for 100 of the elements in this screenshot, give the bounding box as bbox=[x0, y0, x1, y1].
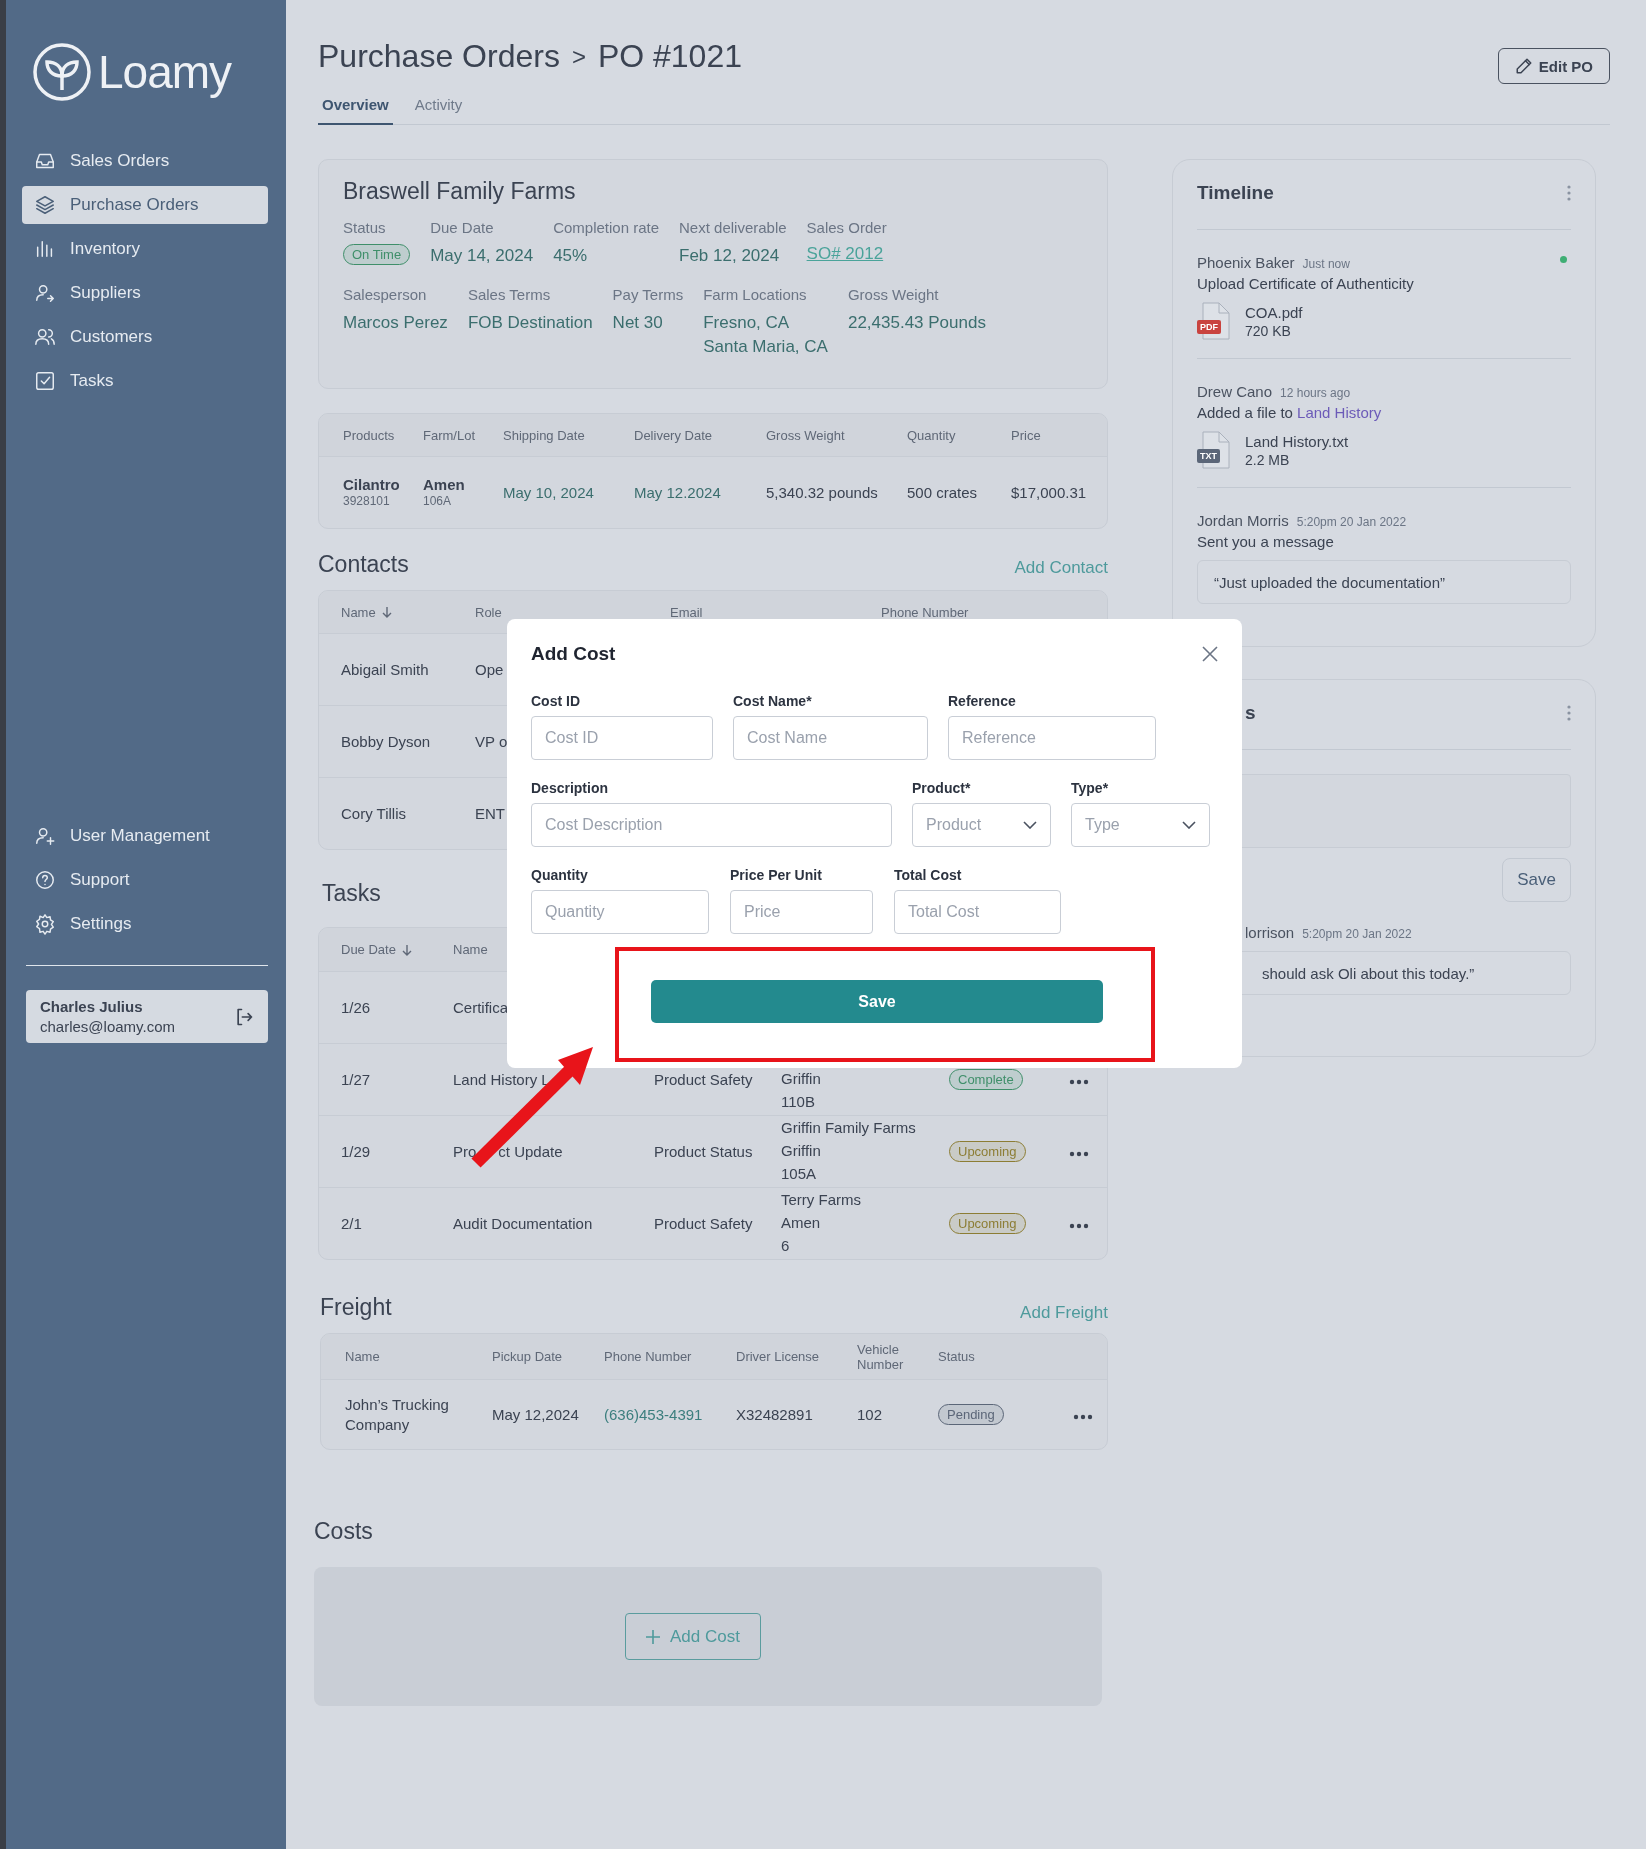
phone-link[interactable]: (636)453-4391 bbox=[604, 1403, 736, 1426]
table-cell-text: May 12,2024 bbox=[492, 1405, 580, 1425]
status-badge: Pending bbox=[938, 1404, 1004, 1425]
nav-item[interactable]: Purchase Orders bbox=[22, 186, 268, 224]
nav-item[interactable]: Customers bbox=[22, 318, 268, 356]
field-label: Description bbox=[531, 780, 609, 796]
section-title: Freight bbox=[320, 1294, 392, 1321]
user-email: charles@loamy.com bbox=[40, 1018, 175, 1035]
field-label: Gross Weight bbox=[847, 286, 940, 303]
field-label: Next deliverable bbox=[679, 219, 787, 236]
table-cell-text: ct Update bbox=[498, 1142, 563, 1162]
more-icon[interactable] bbox=[1069, 1222, 1089, 1229]
column-header: Vehicle Number bbox=[857, 1341, 905, 1372]
layers-icon bbox=[34, 194, 56, 216]
table-cell-text: 102 bbox=[857, 1405, 884, 1425]
edit-button[interactable]: Edit PO bbox=[1497, 48, 1610, 84]
table-cell-text: Abigail Smith bbox=[341, 660, 429, 680]
save-button[interactable]: Save bbox=[651, 980, 1103, 1023]
tab[interactable]: Overview bbox=[318, 88, 393, 125]
input-field[interactable]: Quantity bbox=[531, 890, 709, 934]
table-cell-text: John’s Trucking Company bbox=[345, 1394, 450, 1435]
input-field[interactable]: Reference bbox=[948, 716, 1156, 760]
more-icon[interactable] bbox=[1069, 1078, 1089, 1085]
arrow-down-icon[interactable] bbox=[381, 606, 392, 618]
input-field[interactable]: Cost Name bbox=[733, 716, 928, 760]
input-field[interactable]: Cost ID bbox=[531, 716, 713, 760]
nav-item[interactable]: Suppliers bbox=[22, 274, 268, 312]
checkbox-icon bbox=[34, 370, 56, 392]
file-name[interactable]: COA.pdf bbox=[1245, 303, 1303, 321]
nav-item[interactable]: Support bbox=[22, 861, 268, 899]
more-icon[interactable] bbox=[1073, 1413, 1093, 1420]
logo-text: Loamy bbox=[98, 45, 232, 99]
field-label: Type* bbox=[1071, 780, 1110, 796]
table-cell-text: Terry Farms Amen 6 bbox=[781, 1190, 862, 1256]
nav-item[interactable]: Inventory bbox=[22, 230, 268, 268]
field-label: Due Date bbox=[430, 219, 495, 236]
column-header: Delivery Date bbox=[634, 427, 714, 443]
file-size: 720 KB bbox=[1245, 322, 1292, 339]
field-label: Status bbox=[343, 219, 387, 236]
column-header: Shipping Date bbox=[503, 427, 586, 443]
input-field[interactable]: Price bbox=[730, 890, 873, 934]
section-title: Tasks bbox=[322, 880, 381, 907]
column-header: Price bbox=[1011, 427, 1042, 443]
table-cell-text: Bobby Dyson bbox=[341, 732, 431, 752]
breadcrumb-link[interactable]: Purchase Orders bbox=[318, 38, 560, 75]
dialog-title: Add Cost bbox=[531, 643, 616, 665]
table-cell-text: Griffin 110B bbox=[781, 1069, 822, 1112]
save-button[interactable]: Save bbox=[1502, 858, 1571, 902]
select-field[interactable]: Type bbox=[1071, 803, 1210, 847]
status-badge: Upcoming bbox=[949, 1141, 1026, 1162]
file-name[interactable]: Land History.txt bbox=[1245, 432, 1349, 450]
chevron-down-icon bbox=[1023, 821, 1037, 829]
section-title: Costs bbox=[314, 1518, 373, 1545]
table-cell-text: 500 crates bbox=[907, 483, 979, 503]
table-cell-text: Cory Tillis bbox=[341, 804, 406, 824]
table-cell-text: 1/27 bbox=[341, 1070, 372, 1090]
arrow-down-icon[interactable] bbox=[401, 943, 412, 956]
close-icon[interactable] bbox=[1202, 646, 1218, 662]
author-name: lorrison bbox=[1245, 924, 1295, 941]
field-label: Sales Terms bbox=[467, 286, 552, 303]
pencil-icon bbox=[1514, 57, 1533, 75]
file-size: 2.2 MB bbox=[1245, 451, 1291, 468]
tab[interactable]: Activity bbox=[410, 88, 467, 125]
table-cell-text: 1/26 bbox=[341, 998, 372, 1018]
timestamp: 5:20pm 20 Jan 2022 bbox=[1302, 927, 1412, 941]
column-header: Products bbox=[343, 427, 396, 443]
column-header: Name bbox=[453, 942, 489, 957]
field-label: Price Per Unit bbox=[730, 867, 823, 883]
card-title: Timeline bbox=[1197, 182, 1274, 204]
column-header: Farm/Lot bbox=[423, 427, 476, 443]
input-field[interactable]: Total Cost bbox=[894, 890, 1061, 934]
nav-item[interactable]: User Management bbox=[22, 817, 268, 855]
nav-item[interactable]: Tasks bbox=[22, 362, 268, 400]
table-cell-text: Product Safety bbox=[654, 1214, 754, 1234]
field-value: May 14, 2024 bbox=[430, 245, 534, 267]
column-header: Name bbox=[341, 604, 475, 620]
nav-item[interactable]: Sales Orders bbox=[22, 142, 268, 180]
settings-icon bbox=[34, 913, 56, 935]
field-value: 22,435.43 Pounds bbox=[847, 312, 986, 334]
activity-message: Sent you a message bbox=[1197, 533, 1335, 550]
select-field[interactable]: Product bbox=[912, 803, 1051, 847]
chevron-down-icon bbox=[1182, 821, 1196, 829]
user-plus-icon bbox=[34, 825, 56, 847]
file-link[interactable]: Land History bbox=[1297, 404, 1382, 421]
logout-icon[interactable] bbox=[234, 1006, 254, 1027]
section-title: Contacts bbox=[318, 551, 409, 578]
author-name: Drew Cano bbox=[1197, 383, 1273, 400]
input-field[interactable]: Cost Description bbox=[531, 803, 892, 847]
add-contact-link[interactable]: Add Contact bbox=[1014, 558, 1108, 578]
table-cell-text: Ope bbox=[475, 660, 504, 680]
table-cell-subtext: 3928101 bbox=[343, 493, 391, 509]
author-name: Jordan Morris bbox=[1197, 512, 1289, 529]
more-icon[interactable] bbox=[1069, 1150, 1089, 1157]
field-label: Cost ID bbox=[531, 693, 581, 709]
table-cell-text: 5,340.32 pounds bbox=[766, 483, 879, 503]
field-value: Net 30 bbox=[612, 312, 664, 334]
field-label: Cost Name* bbox=[733, 693, 813, 709]
nav-item[interactable]: Settings bbox=[22, 905, 268, 943]
field-label: Salesperson bbox=[343, 286, 428, 303]
column-header: Status bbox=[938, 1349, 976, 1364]
